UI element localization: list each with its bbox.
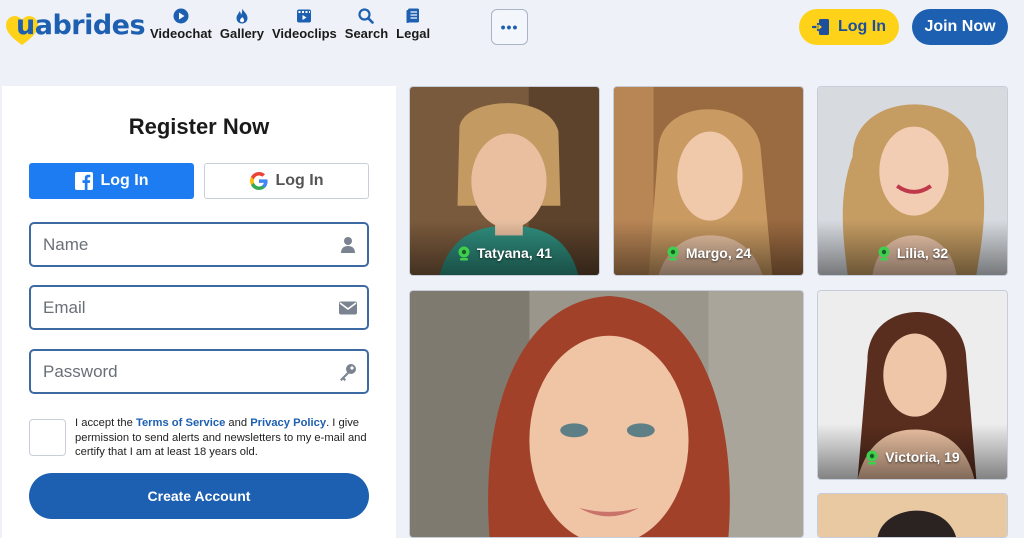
- nav-label: Videoclips: [271, 26, 337, 41]
- webcam-icon: [667, 246, 679, 260]
- profile-card-partial[interactable]: [817, 493, 1008, 538]
- header-login-button[interactable]: Log In: [799, 9, 899, 45]
- email-field-box: [29, 285, 369, 330]
- nav-label: Legal: [396, 26, 431, 41]
- search-icon: [358, 8, 375, 24]
- top-header: uabrides Videochat Gallery Videoclips Se…: [0, 0, 1024, 56]
- register-panel: Register Now Log In Log In Name Email I …: [2, 86, 396, 538]
- profile-caption: Margo, 24: [614, 245, 803, 261]
- terms-mid: and: [225, 417, 251, 429]
- profile-caption: Tatyana, 41: [410, 245, 599, 261]
- profile-name: Victoria, 19: [885, 449, 960, 465]
- register-title: Register Now: [128, 114, 270, 139]
- profile-card-victoria[interactable]: Victoria, 19: [817, 290, 1008, 480]
- flame-icon: [236, 8, 248, 24]
- name-field-box: [29, 222, 369, 267]
- password-input[interactable]: [43, 351, 323, 392]
- more-menu-button[interactable]: •••: [491, 9, 528, 45]
- profile-card-tatyana[interactable]: Tatyana, 41: [409, 86, 600, 276]
- user-icon: [341, 237, 355, 253]
- logo-text: uabrides: [16, 10, 146, 41]
- nav-videoclips[interactable]: Videoclips: [268, 8, 341, 46]
- webcam-icon: [458, 246, 470, 260]
- nav-label: Search: [344, 26, 389, 41]
- profile-card-lilia[interactable]: Lilia, 32: [817, 86, 1008, 276]
- terms-pre: I accept the: [75, 417, 136, 429]
- email-input[interactable]: [43, 287, 323, 328]
- nav-videochat[interactable]: Videochat: [146, 8, 216, 46]
- google-icon: [249, 172, 268, 190]
- facebook-login-button[interactable]: Log In: [29, 163, 194, 199]
- key-icon: [340, 364, 356, 381]
- privacy-policy-link[interactable]: Privacy Policy: [250, 417, 326, 429]
- envelope-icon: [339, 301, 357, 315]
- profile-photo: [818, 494, 1007, 537]
- profile-card-margo[interactable]: Margo, 24: [613, 86, 804, 276]
- profile-caption: Victoria, 19: [818, 449, 1007, 465]
- profile-name: Margo, 24: [685, 245, 752, 261]
- nav-label: Gallery: [219, 26, 264, 41]
- nav-label: Videochat: [150, 26, 212, 41]
- google-login-button[interactable]: Log In: [204, 163, 369, 199]
- profile-card-featured[interactable]: [409, 290, 804, 538]
- login-icon: [812, 19, 829, 35]
- google-login-label: Log In: [275, 172, 324, 189]
- nav-gallery[interactable]: Gallery: [216, 8, 268, 46]
- document-icon: [406, 8, 420, 23]
- login-label: Log In: [838, 18, 886, 35]
- film-icon: [297, 9, 312, 23]
- join-now-button[interactable]: Join Now: [912, 9, 1008, 45]
- nav-search[interactable]: Search: [341, 8, 392, 46]
- webcam-icon: [866, 450, 878, 464]
- main-nav: Videochat Gallery Videoclips Search Lega…: [146, 8, 434, 46]
- profile-photo: [410, 291, 803, 537]
- create-account-button[interactable]: Create Account: [29, 473, 369, 519]
- webcam-icon: [878, 246, 890, 260]
- terms-text: I accept the Terms of Service and Privac…: [75, 416, 375, 460]
- terms-of-service-link[interactable]: Terms of Service: [136, 417, 225, 429]
- accept-terms-checkbox[interactable]: [29, 419, 66, 456]
- facebook-login-label: Log In: [100, 172, 149, 189]
- name-input[interactable]: [43, 224, 323, 265]
- play-circle-icon: [173, 8, 189, 24]
- profile-name: Lilia, 32: [896, 245, 949, 261]
- facebook-icon: [74, 172, 93, 190]
- profile-caption: Lilia, 32: [818, 245, 1007, 261]
- nav-legal[interactable]: Legal: [392, 8, 434, 46]
- password-field-box: [29, 349, 369, 394]
- site-logo[interactable]: uabrides: [6, 8, 146, 48]
- profile-name: Tatyana, 41: [476, 245, 553, 261]
